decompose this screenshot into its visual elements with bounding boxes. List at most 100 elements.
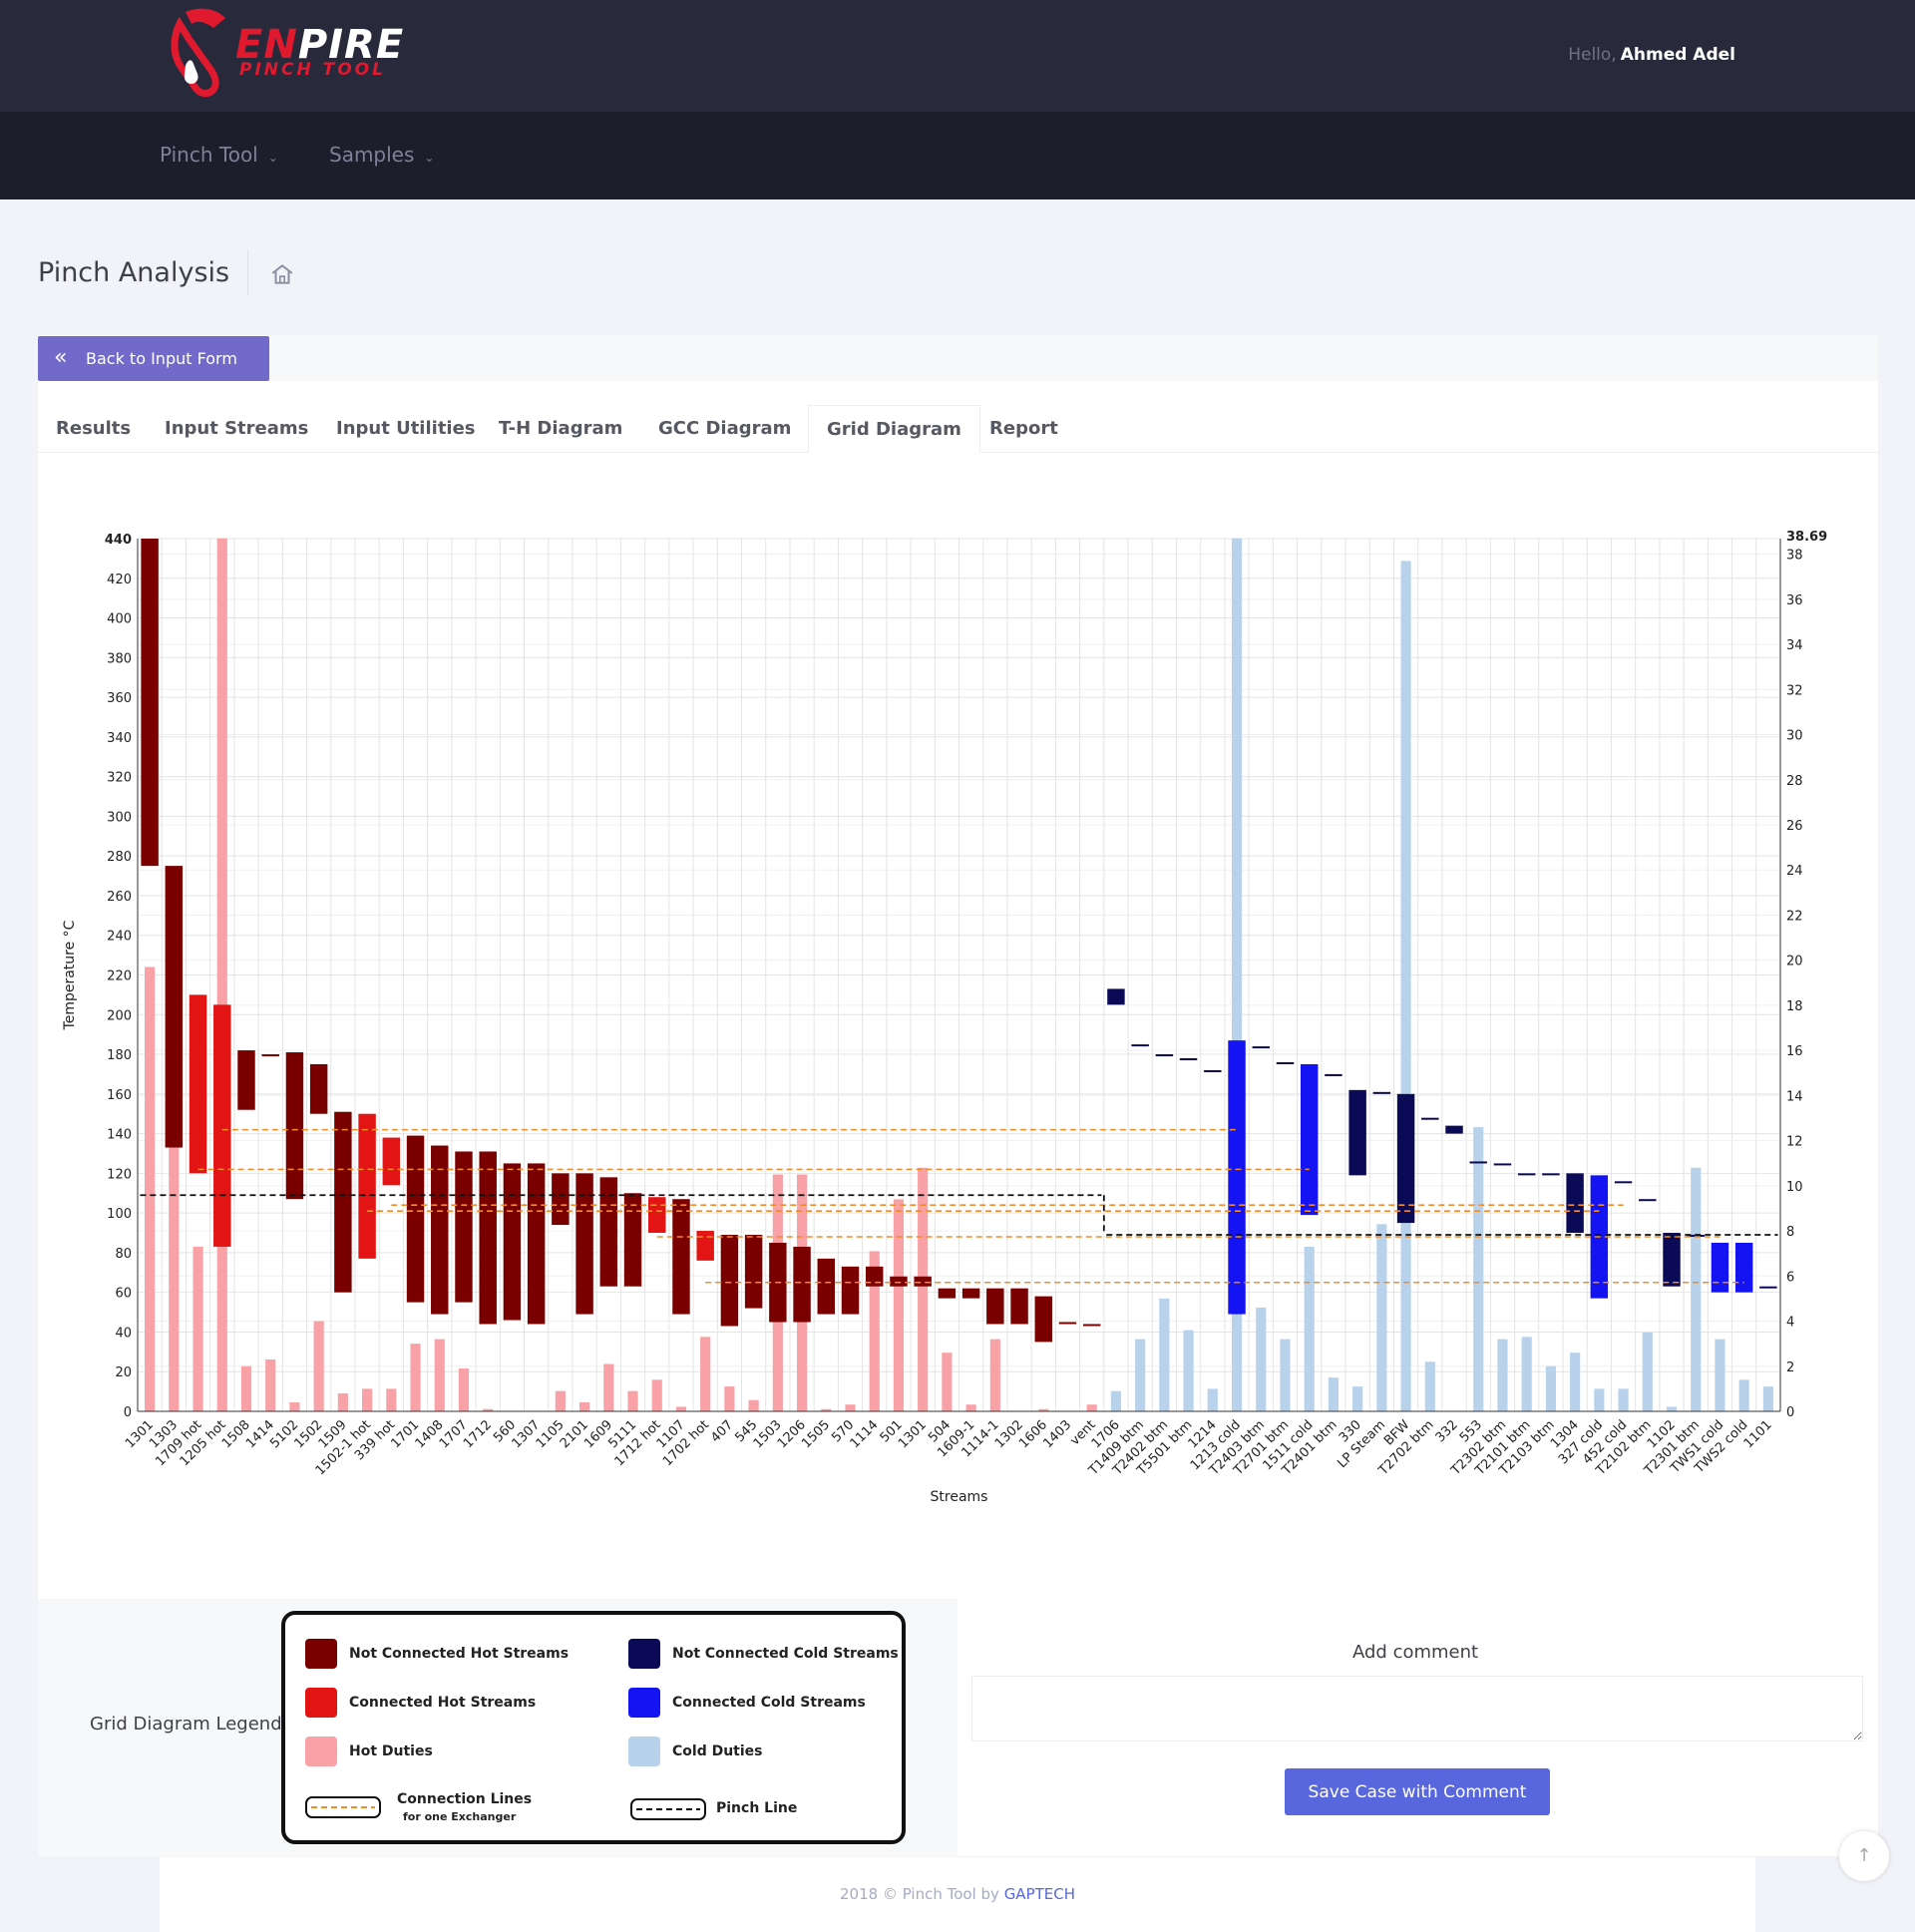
duty-bar xyxy=(216,538,227,1411)
stream-bar xyxy=(1372,1091,1391,1094)
duty-bar xyxy=(1400,561,1411,1411)
stream-bar xyxy=(648,1197,666,1234)
footer: 2018 © Pinch Tool by GAPTECH xyxy=(160,1857,1755,1932)
stream-bar xyxy=(890,1276,908,1287)
user-name[interactable]: Ahmed Adel xyxy=(1621,45,1735,65)
save-case-button[interactable]: Save Case with Comment xyxy=(1285,1768,1550,1815)
y-tick-label: 0 xyxy=(124,1405,132,1420)
legend-sublabel: for one Exchanger xyxy=(403,1810,517,1823)
y2-tick-label: 36 xyxy=(1786,593,1803,608)
duty-bar xyxy=(1424,1361,1435,1411)
duty-bar xyxy=(1497,1339,1508,1411)
duty-bar xyxy=(1207,1388,1218,1411)
legend-item: Pinch Line xyxy=(716,1800,798,1816)
duty-bar xyxy=(1594,1388,1605,1411)
user-greeting[interactable]: Hello, Ahmed Adel xyxy=(1568,45,1735,65)
scroll-top-button[interactable]: ↑ xyxy=(1839,1831,1889,1881)
tab-th-diagram[interactable]: T-H Diagram xyxy=(499,405,622,453)
footer-brand-link[interactable]: GAPTECH xyxy=(1004,1885,1075,1903)
legend-item: Hot Duties xyxy=(305,1737,433,1766)
duty-bar xyxy=(289,1401,300,1411)
duty-bar xyxy=(942,1352,953,1411)
stream-bar xyxy=(1082,1324,1101,1327)
tab-input-streams[interactable]: Input Streams xyxy=(165,405,308,453)
stream-bar xyxy=(599,1177,618,1287)
stream-bar xyxy=(1325,1073,1342,1076)
stream-bar xyxy=(1445,1125,1463,1134)
x-tick-label: 1403 xyxy=(1040,1417,1074,1451)
y-tick-label: 240 xyxy=(107,930,132,945)
tab-gcc-diagram[interactable]: GCC Diagram xyxy=(658,405,791,453)
tab-input-utilities[interactable]: Input Utilities xyxy=(336,405,476,453)
y-tick-label: 280 xyxy=(107,850,132,865)
stream-bar xyxy=(382,1137,401,1186)
comment-label: Add comment xyxy=(1352,1642,1479,1663)
chevron-down-icon: ⌄ xyxy=(424,151,435,165)
stream-bar xyxy=(285,1052,304,1200)
y-tick-label: 380 xyxy=(107,651,132,666)
stream-bar xyxy=(552,1173,570,1226)
stream-bar xyxy=(1300,1063,1319,1216)
stream-bar xyxy=(720,1235,739,1327)
duty-bar xyxy=(1376,1224,1387,1411)
arrow-up-icon: ↑ xyxy=(1856,1845,1872,1866)
stream-bar xyxy=(986,1288,1004,1325)
duty-bar xyxy=(313,1321,324,1411)
comment-textarea[interactable] xyxy=(971,1676,1863,1741)
y2-tick-label: 22 xyxy=(1786,909,1803,924)
stream-bar xyxy=(672,1199,690,1315)
tab-grid-diagram[interactable]: Grid Diagram xyxy=(808,405,980,453)
stream-bar xyxy=(358,1113,376,1259)
legend-swatch xyxy=(305,1688,337,1718)
y2-tick-label: 12 xyxy=(1786,1135,1803,1150)
stream-bar xyxy=(455,1151,473,1303)
stream-bar xyxy=(1010,1288,1028,1325)
duty-bar xyxy=(1086,1404,1097,1411)
home-icon[interactable] xyxy=(269,261,295,287)
y-tick-label: 140 xyxy=(107,1128,132,1143)
duty-bar xyxy=(1570,1352,1581,1411)
y2-tick-label: 30 xyxy=(1786,729,1803,744)
stream-bar xyxy=(1734,1242,1753,1293)
x-tick-label: 1114 xyxy=(848,1417,882,1451)
y2-tick-label: 28 xyxy=(1786,774,1803,789)
stream-bar xyxy=(866,1266,884,1287)
x-axis-title: Streams xyxy=(931,1489,988,1505)
duty-bar xyxy=(893,1199,905,1411)
y-tick-label: 300 xyxy=(107,810,132,825)
y2-tick-label: 20 xyxy=(1786,955,1803,969)
stream-bar xyxy=(1663,1233,1681,1287)
stream-bar xyxy=(1711,1242,1729,1293)
y2-tick-label: 2 xyxy=(1786,1360,1794,1375)
duty-bar xyxy=(1280,1339,1291,1411)
y-tick-label: 40 xyxy=(115,1326,132,1341)
duty-bar xyxy=(265,1358,276,1411)
y-tick-label: 20 xyxy=(115,1365,132,1380)
duty-bar xyxy=(675,1406,687,1411)
legend-title: Grid Diagram Legend xyxy=(90,1714,282,1735)
duty-bar xyxy=(1352,1386,1363,1411)
duty-bar xyxy=(1256,1307,1267,1411)
main-nav xyxy=(0,112,1915,199)
legend-item: Not Connected Hot Streams xyxy=(305,1639,569,1669)
x-tick-label: 1301 xyxy=(896,1417,930,1451)
nav-pinch-tool[interactable]: Pinch Tool ⌄ xyxy=(160,143,278,167)
y-tick-label: 200 xyxy=(107,1008,132,1023)
legend-swatch xyxy=(305,1737,337,1766)
tab-results[interactable]: Results xyxy=(56,405,131,453)
stream-bar xyxy=(189,994,207,1174)
duty-bar xyxy=(1545,1365,1556,1411)
y2-tick-label: 26 xyxy=(1786,819,1803,834)
result-tabs: Results Input Streams Input Utilities T-… xyxy=(38,405,1878,453)
nav-samples[interactable]: Samples ⌄ xyxy=(329,143,434,167)
tab-report[interactable]: Report xyxy=(989,405,1058,453)
back-to-input-button[interactable]: «Back to Input Form xyxy=(38,336,269,381)
y-axis-title: Temperature °C xyxy=(62,920,78,1030)
duty-bar xyxy=(1473,1127,1484,1411)
stream-bar xyxy=(1396,1093,1415,1224)
legend-swatch xyxy=(305,1639,337,1669)
stream-bar xyxy=(527,1163,546,1325)
stream-bar xyxy=(1276,1062,1295,1064)
stream-bar xyxy=(914,1276,932,1287)
duty-bar xyxy=(434,1339,445,1411)
